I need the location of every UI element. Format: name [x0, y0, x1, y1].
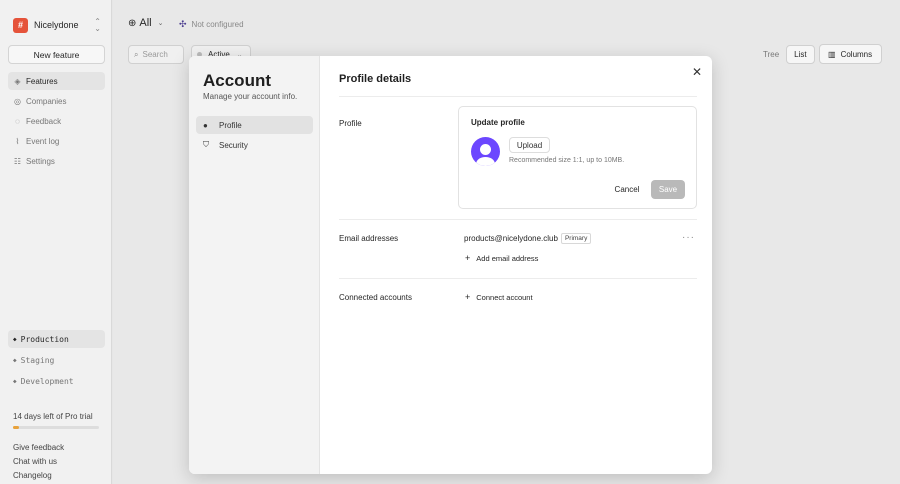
trial-progress-fill [13, 426, 20, 429]
sidebar-item-label: Settings [26, 156, 55, 166]
update-profile-card: Update profile Upload Recommended size 1… [458, 106, 697, 209]
scope-label: All [139, 17, 152, 29]
search-icon: ⌕ [134, 49, 139, 59]
divider [339, 278, 697, 279]
give-feedback-link[interactable]: Give feedback [13, 443, 64, 452]
columns-icon: ▥ [828, 49, 836, 59]
plus-icon: + [465, 292, 471, 302]
sidebar-item-companies[interactable]: ◎ Companies [8, 92, 105, 110]
diamond-icon: ◆ [13, 356, 17, 364]
avatar-head [480, 144, 491, 155]
modal-nav: ● Profile ⛉ Security [196, 116, 313, 156]
diamond-icon: ◆ [13, 377, 17, 385]
columns-button[interactable]: ▥ Columns [819, 44, 882, 64]
workspace-logo: # [13, 17, 28, 33]
pulse-icon: ⌇ [15, 136, 20, 146]
env-staging[interactable]: ◆ Staging [8, 351, 105, 369]
shield-icon: ⛉ [203, 140, 209, 149]
trial-progress-bar [13, 426, 99, 429]
connect-account-button[interactable]: + Connect account [465, 292, 533, 302]
view-tree[interactable]: Tree [756, 45, 786, 64]
trial-text: 14 days left of Pro trial [13, 412, 93, 421]
workspace-name: Nicelydone [34, 20, 79, 30]
modal-content: ✕ Profile details Profile Update profile… [320, 56, 712, 474]
section-title: Profile details [339, 73, 412, 85]
more-options-icon[interactable]: ··· [682, 232, 695, 243]
search-input[interactable]: ⌕ Search [128, 45, 184, 64]
scope-selector[interactable]: ⊕ All ⌄ [128, 17, 164, 29]
integration-status-label: Not configured [191, 20, 244, 29]
connected-accounts-label: Connected accounts [339, 293, 412, 302]
sidebar: # Nicelydone ⌃ ⌄ New feature ◈ Features ◎… [0, 0, 112, 484]
environment-list: ◆ Production ◆ Staging ◆ Development [8, 330, 105, 393]
env-production[interactable]: ◆ Production [8, 330, 105, 348]
env-label: Development [20, 376, 74, 386]
layers-icon: ◈ [14, 76, 21, 86]
search-placeholder: Search [142, 50, 168, 59]
globe-icon: ⊕ [128, 17, 137, 29]
sidebar-item-label: Features [26, 76, 58, 86]
new-feature-button[interactable]: New feature [8, 45, 105, 64]
account-modal: Account Manage your account info. ● Prof… [189, 56, 712, 474]
integration-status[interactable]: ✣ Not configured [179, 19, 244, 30]
sidebar-item-label: Companies [26, 96, 67, 106]
changelog-link[interactable]: Changelog [13, 471, 52, 480]
sidebar-item-settings[interactable]: ☷ Settings [8, 152, 105, 170]
close-icon[interactable]: ✕ [692, 65, 702, 79]
cancel-button[interactable]: Cancel [607, 180, 647, 199]
sidebar-item-features[interactable]: ◈ Features [8, 72, 105, 90]
avatar [471, 137, 500, 166]
chevron-updown-icon: ⌃ ⌄ [94, 17, 101, 33]
sidebar-item-label: Feedback [26, 116, 62, 126]
view-list[interactable]: List [786, 45, 815, 64]
sidebar-item-event-log[interactable]: ⌇ Event log [8, 132, 105, 150]
card-title: Update profile [471, 118, 525, 127]
divider [339, 219, 697, 220]
env-label: Staging [20, 355, 55, 365]
sidebar-nav: ◈ Features ◎ Companies ◌ Feedback ⌇ Even… [8, 72, 105, 172]
upload-hint: Recommended size 1:1, up to 10MB. [509, 157, 625, 164]
workspace-switcher[interactable]: # Nicelydone ⌃ ⌄ [13, 17, 103, 33]
email-row: products@nicelydone.club Primary [464, 233, 592, 244]
modal-sidebar: Account Manage your account info. ● Prof… [189, 56, 320, 474]
sidebar-item-feedback[interactable]: ◌ Feedback [8, 112, 105, 130]
user-icon: ● [203, 120, 208, 130]
primary-badge: Primary [560, 233, 592, 244]
add-email-label: Add email address [476, 253, 539, 263]
plus-icon: + [465, 253, 471, 263]
tab-security[interactable]: ⛉ Security [196, 136, 313, 154]
email-address: products@nicelydone.club [464, 234, 558, 243]
slack-icon: ✣ [179, 19, 187, 29]
view-toggle: Tree List [756, 45, 815, 64]
add-email-button[interactable]: + Add email address [465, 253, 538, 263]
env-development[interactable]: ◆ Development [8, 372, 105, 390]
tab-profile[interactable]: ● Profile [196, 116, 313, 134]
modal-subtitle: Manage your account info. [203, 92, 298, 101]
chat-icon: ◌ [15, 116, 20, 126]
connect-account-label: Connect account [476, 292, 533, 302]
sidebar-item-label: Event log [26, 136, 60, 146]
env-label: Production [20, 334, 69, 344]
save-button[interactable]: Save [651, 180, 685, 199]
upload-button[interactable]: Upload [509, 137, 550, 153]
email-addresses-label: Email addresses [339, 234, 399, 243]
globe-icon: ◎ [14, 96, 21, 106]
tab-label: Security [219, 140, 248, 150]
diamond-icon: ◆ [13, 335, 17, 343]
divider [339, 96, 697, 97]
chat-with-us-link[interactable]: Chat with us [13, 457, 57, 466]
profile-label: Profile [339, 119, 362, 128]
settings-icon: ☷ [13, 156, 22, 166]
tab-label: Profile [219, 120, 242, 130]
chevron-down-icon: ⌄ [157, 20, 164, 27]
avatar-body [476, 157, 495, 166]
columns-label: Columns [840, 49, 873, 59]
modal-title: Account [203, 71, 271, 90]
